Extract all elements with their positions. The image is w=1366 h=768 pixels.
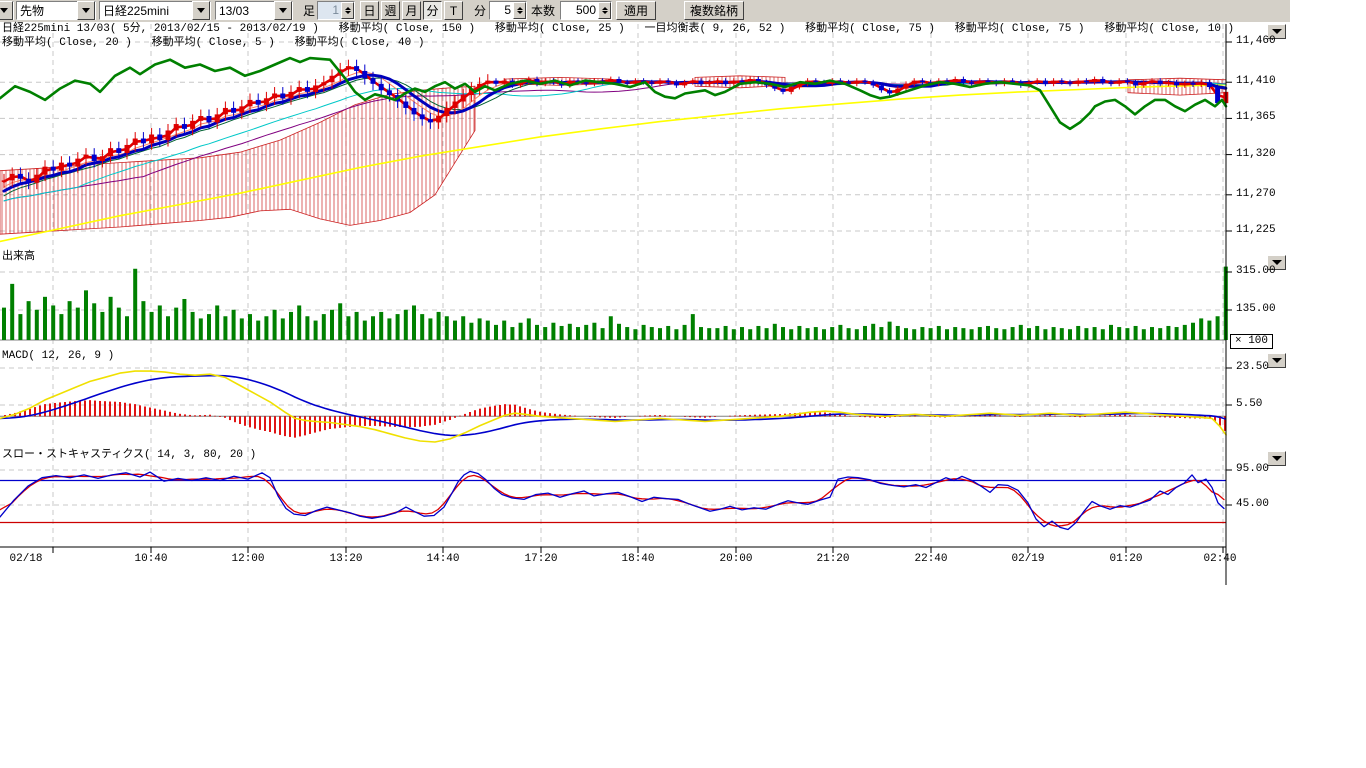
volume-tick-label: 135.00 bbox=[1236, 303, 1276, 315]
time-axis-label: 02/19 bbox=[1011, 553, 1044, 565]
price-tick-label: 11,225 bbox=[1236, 224, 1276, 236]
stoch-panel-label: スロー・ストキャスティクス( 14, 3, 80, 20 ) bbox=[2, 449, 256, 462]
toolbar: 先物 日経225mini 13/03 足 1 日 週 月 分 T 分 5 本数 … bbox=[0, 0, 1290, 23]
chevron-down-icon[interactable] bbox=[274, 1, 292, 20]
bars-count-label: 本数 bbox=[531, 1, 555, 20]
minute-value: 5 bbox=[490, 2, 513, 19]
spinner-arrows-icon[interactable] bbox=[598, 2, 611, 19]
chevron-down-icon bbox=[1272, 456, 1282, 461]
volume-tick-label: 315.00 bbox=[1236, 265, 1276, 277]
symbol-value: 日経225mini bbox=[100, 2, 192, 19]
period-weekly-button[interactable]: 週 bbox=[381, 1, 400, 20]
chevron-down-icon bbox=[1272, 358, 1282, 363]
time-axis-label: 01:20 bbox=[1109, 553, 1142, 565]
macd-tick-label: 23.50 bbox=[1236, 361, 1269, 373]
price-tick-label: 11,320 bbox=[1236, 148, 1276, 160]
bars-count-stepper[interactable]: 500 bbox=[560, 1, 612, 20]
stoch-axis-menu-button[interactable] bbox=[1267, 451, 1286, 466]
macd-axis-menu-button[interactable] bbox=[1267, 353, 1286, 368]
spinner-arrows-icon[interactable] bbox=[513, 2, 526, 19]
spinner-arrows-icon[interactable] bbox=[341, 2, 354, 19]
apply-button[interactable]: 適用 bbox=[616, 1, 656, 20]
period-minute-button[interactable]: 分 bbox=[423, 1, 442, 20]
chart-region: 日経225mini 13/03( 5分, 2013/02/15 - 2013/0… bbox=[0, 22, 1366, 588]
time-axis-label: 22:40 bbox=[914, 553, 947, 565]
chart-header-line1: 日経225mini 13/03( 5分, 2013/02/15 - 2013/0… bbox=[2, 23, 1234, 36]
time-axis-label: 18:40 bbox=[621, 553, 654, 565]
minute-label: 分 bbox=[474, 1, 486, 20]
time-axis-label: 02:40 bbox=[1203, 553, 1236, 565]
chevron-down-icon[interactable] bbox=[192, 1, 210, 20]
time-axis-label: 21:20 bbox=[816, 553, 849, 565]
time-axis-label: 20:00 bbox=[719, 553, 752, 565]
time-axis-label: 14:40 bbox=[426, 553, 459, 565]
chart-header-line2: 移動平均( Close, 20 ) 移動平均( Close, 5 ) 移動平均(… bbox=[2, 37, 424, 50]
time-axis-label: 10:40 bbox=[134, 553, 167, 565]
price-tick-label: 11,460 bbox=[1236, 35, 1276, 47]
symbol-combobox[interactable]: 日経225mini bbox=[99, 1, 211, 20]
volume-multiplier-badge: × 100 bbox=[1230, 334, 1273, 349]
contract-month-combobox[interactable]: 13/03 bbox=[215, 1, 293, 20]
contract-month-value: 13/03 bbox=[216, 4, 274, 18]
bar-interval-value: 1 bbox=[318, 2, 341, 19]
instrument-type-combobox[interactable]: 先物 bbox=[16, 1, 96, 20]
price-tick-label: 11,410 bbox=[1236, 75, 1276, 87]
instrument-type-value: 先物 bbox=[17, 2, 77, 19]
period-daily-button[interactable]: 日 bbox=[360, 1, 379, 20]
chevron-down-icon[interactable] bbox=[0, 1, 13, 20]
macd-tick-label: 5.50 bbox=[1236, 398, 1262, 410]
price-tick-label: 11,270 bbox=[1236, 188, 1276, 200]
time-axis-label: 17:20 bbox=[524, 553, 557, 565]
time-axis-label: 02/18 bbox=[9, 553, 42, 565]
stoch-tick-label: 95.00 bbox=[1236, 463, 1269, 475]
volume-panel-label: 出来高 bbox=[2, 251, 35, 264]
multi-symbol-button[interactable]: 複数銘柄 bbox=[684, 1, 744, 20]
clipped-combobox[interactable] bbox=[0, 1, 14, 20]
chevron-down-icon[interactable] bbox=[77, 1, 95, 20]
bar-interval-stepper[interactable]: 1 bbox=[317, 1, 355, 20]
time-axis-label: 12:00 bbox=[231, 553, 264, 565]
period-monthly-button[interactable]: 月 bbox=[402, 1, 421, 20]
price-tick-label: 11,365 bbox=[1236, 111, 1276, 123]
minute-value-stepper[interactable]: 5 bbox=[489, 1, 527, 20]
bar-type-label: 足 bbox=[303, 1, 315, 20]
macd-panel-label: MACD( 12, 26, 9 ) bbox=[2, 350, 114, 363]
chart-canvas[interactable] bbox=[0, 22, 1366, 588]
period-tick-button[interactable]: T bbox=[444, 1, 463, 20]
bars-count-value: 500 bbox=[561, 2, 598, 19]
time-axis-label: 13:20 bbox=[329, 553, 362, 565]
stoch-tick-label: 45.00 bbox=[1236, 498, 1269, 510]
chevron-down-icon bbox=[1272, 29, 1282, 34]
